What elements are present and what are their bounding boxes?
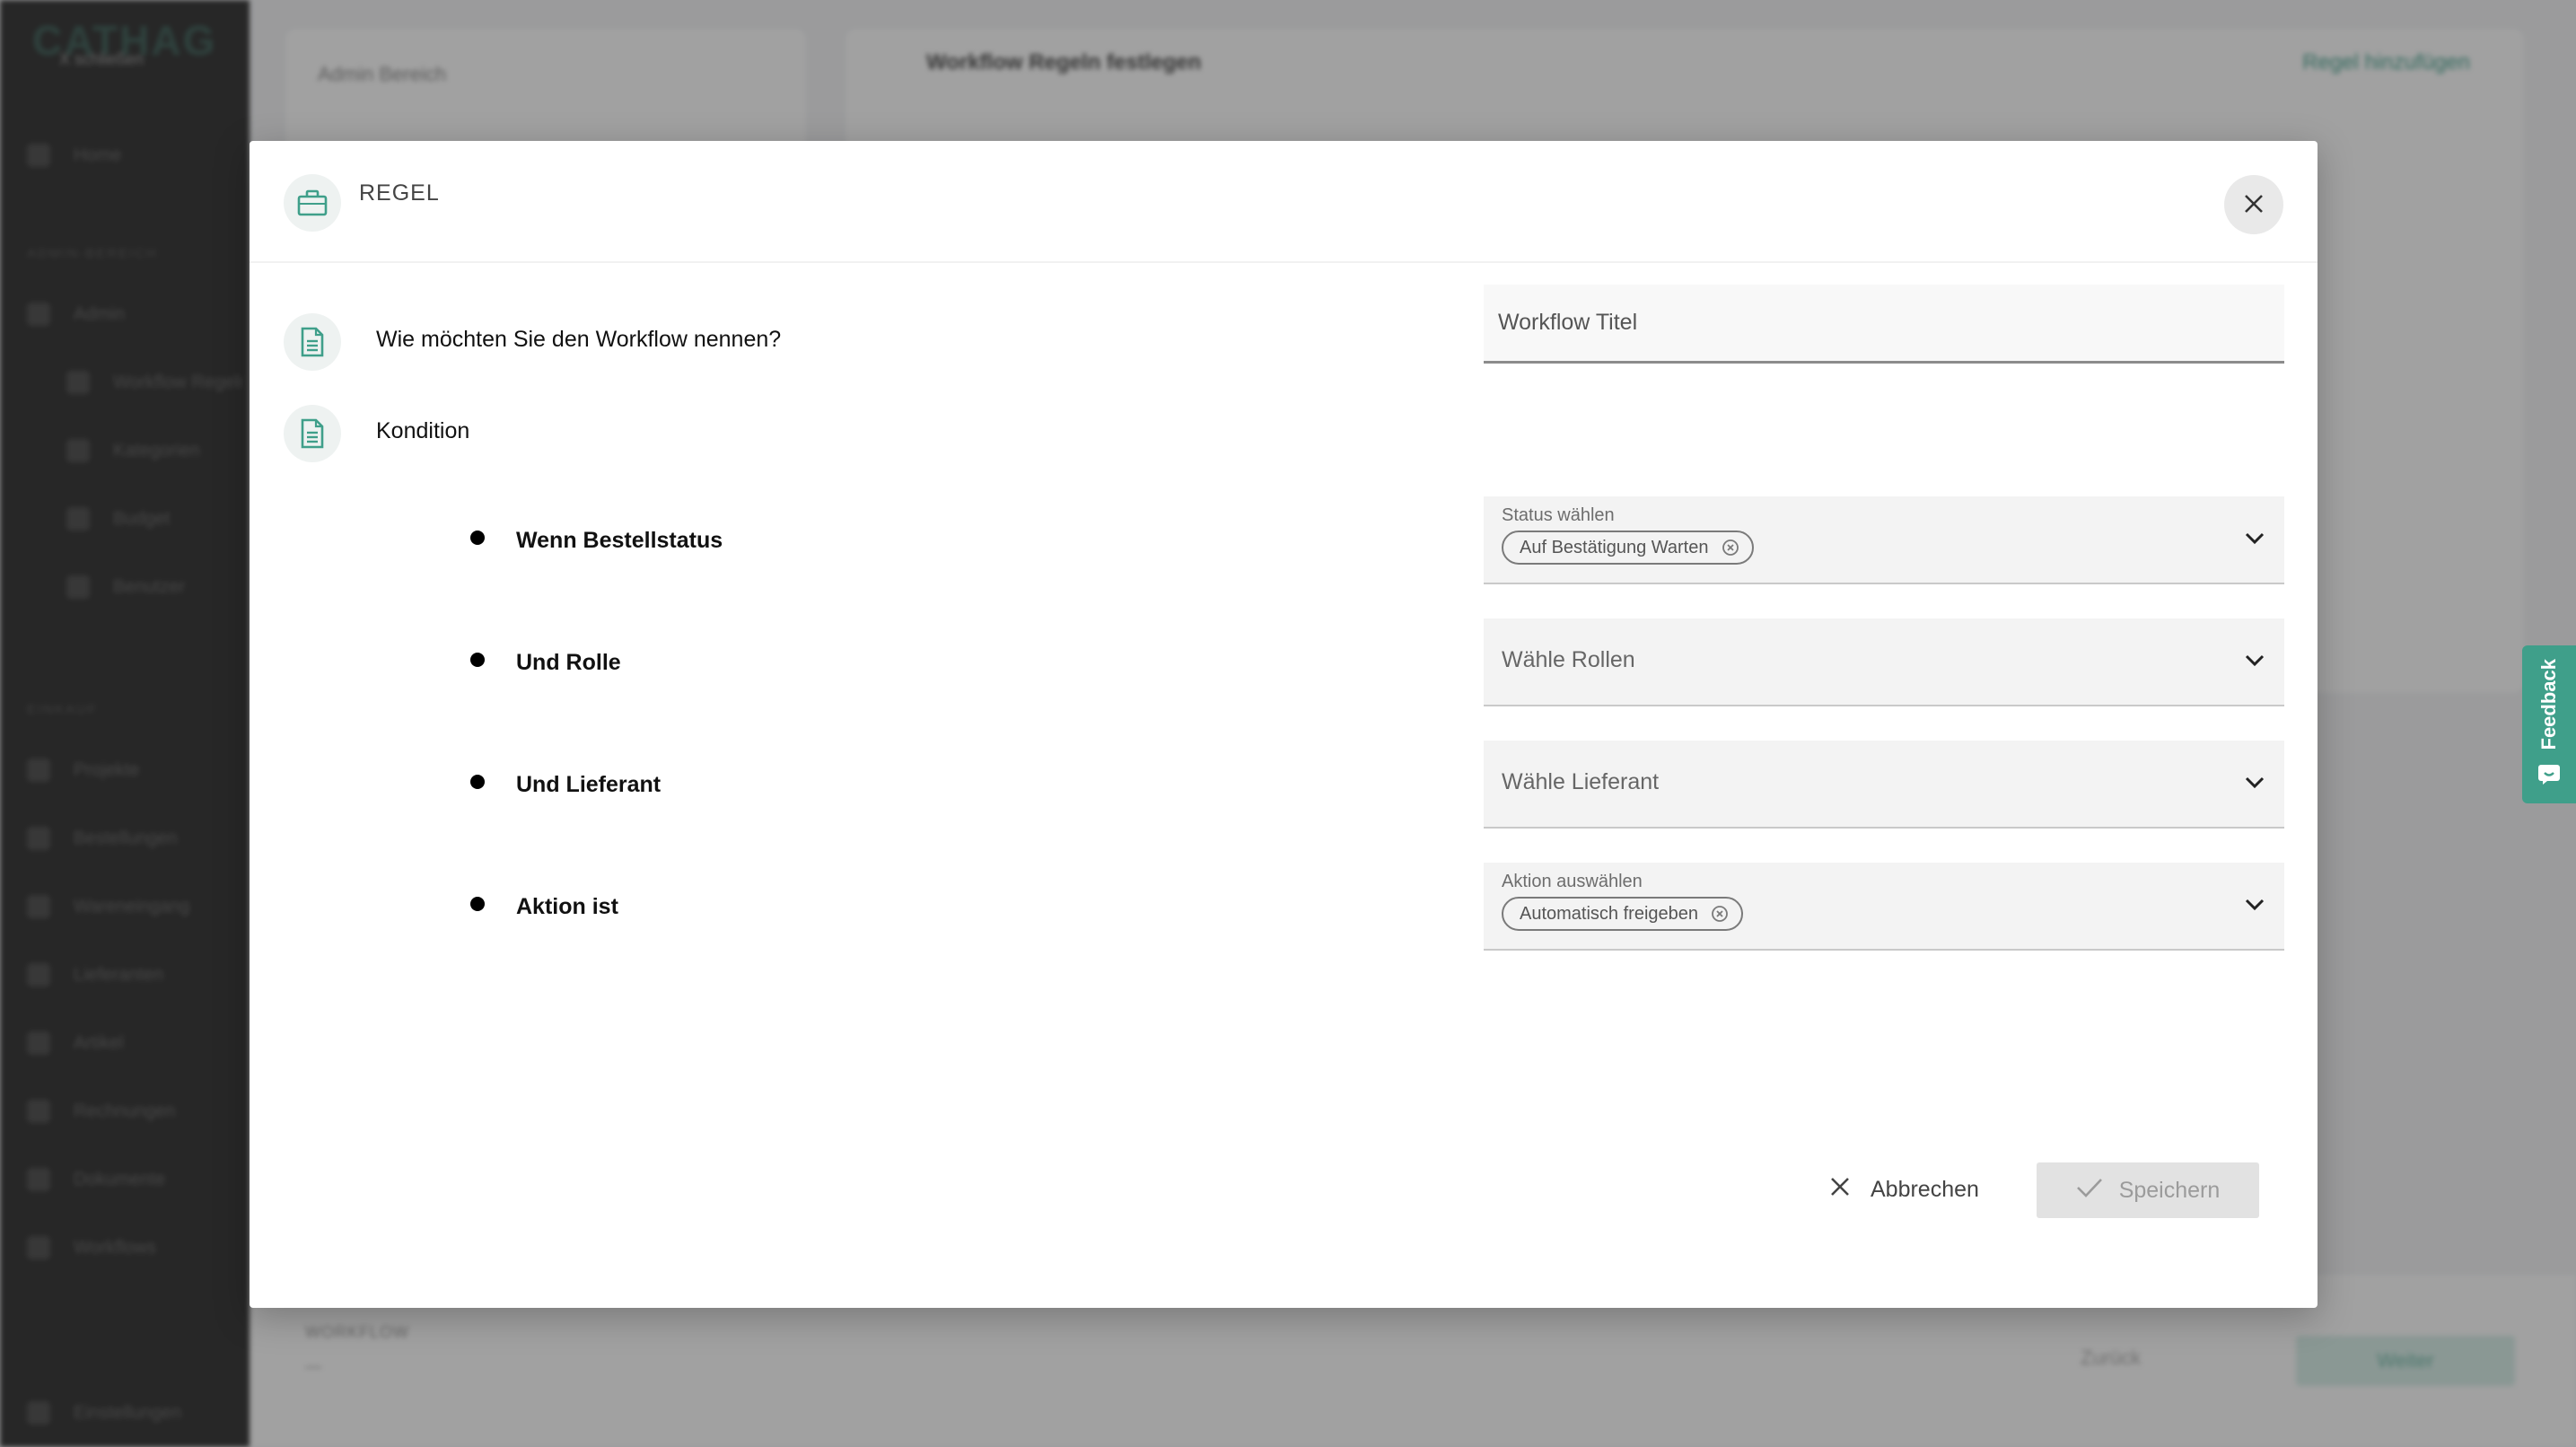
supplier-select-placeholder: Wähle Lieferant [1502,769,1660,794]
save-label: Speichern [2118,1177,2221,1203]
chevron-down-icon [2245,654,2265,671]
remove-chip-icon[interactable] [1711,905,1729,923]
close-icon [2243,193,2265,217]
document-icon [284,313,341,371]
supplier-select[interactable]: Wähle Lieferant [1484,741,2284,829]
status-chip: Auf Bestätigung Warten [1502,531,1754,565]
briefcase-icon [284,174,341,232]
action-select[interactable]: Aktion auswählen Automatisch freigeben [1484,863,2284,951]
check-icon [2076,1177,2103,1205]
cancel-button[interactable]: Abbrechen [1820,1162,1988,1216]
feedback-label: Feedback [2537,658,2560,750]
rule-modal: REGEL Wie möchten Sie den Workflow nenne… [250,141,2318,1308]
action-label: Aktion ist [516,894,618,919]
chevron-down-icon [2245,532,2265,549]
save-button[interactable]: Speichern [2037,1162,2259,1218]
modal-title: REGEL [359,180,440,206]
supplier-label: Und Lieferant [516,772,662,797]
bullet-point [470,653,485,667]
action-chip: Automatisch freigeben [1502,897,1744,931]
chevron-down-icon [2245,899,2265,916]
remove-chip-icon[interactable] [1722,539,1739,557]
modal-header: REGEL [250,141,2318,263]
bullet-point [470,897,485,911]
bullet-point [470,775,485,789]
chevron-down-icon [2245,776,2265,794]
status-select-label: Status wählen [1502,505,1615,525]
chip-label: Auf Bestätigung Warten [1520,537,1709,557]
order-status-label: Wenn Bestellstatus [516,528,723,553]
role-select-placeholder: Wähle Rollen [1502,647,1635,672]
cancel-label: Abbrechen [1871,1176,1979,1202]
condition-label: Kondition [376,418,470,443]
chat-icon [2537,764,2561,785]
chip-label: Automatisch freigeben [1520,903,1699,924]
role-label: Und Rolle [516,650,621,675]
role-select[interactable]: Wähle Rollen [1484,618,2284,706]
document-icon [284,405,341,462]
status-select[interactable]: Status wählen Auf Bestätigung Warten [1484,496,2284,584]
close-button[interactable] [2224,175,2283,234]
workflow-title-input[interactable] [1484,285,2284,364]
x-icon [1829,1176,1851,1204]
workflow-name-question: Wie möchten Sie den Workflow nennen? [376,327,782,352]
bullet-point [470,531,485,545]
action-select-label: Aktion auswählen [1502,872,1643,891]
feedback-tab[interactable]: Feedback [2522,645,2576,803]
